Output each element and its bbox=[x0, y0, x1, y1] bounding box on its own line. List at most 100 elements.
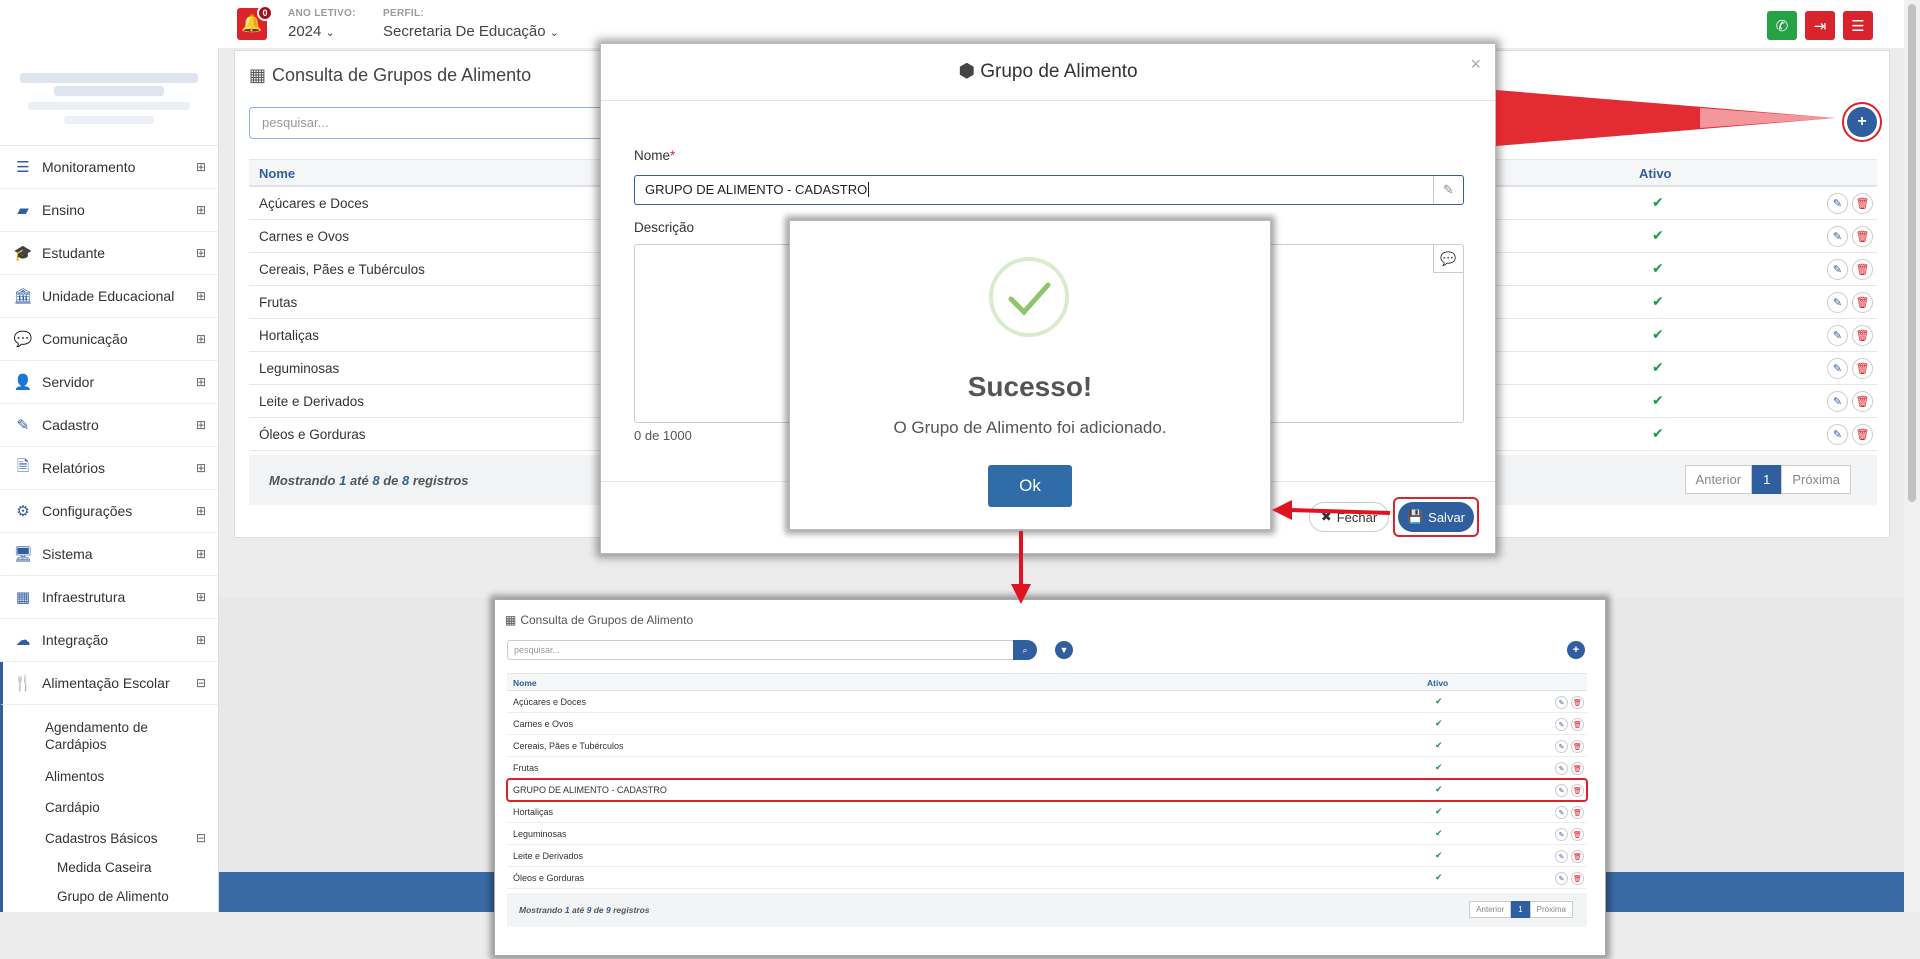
gear-icon: ⚙ bbox=[16, 503, 30, 520]
edit-row-button[interactable]: ✎ bbox=[1555, 762, 1568, 775]
sidebar-item-integracao[interactable]: ☁ Integração ⊞ bbox=[0, 619, 218, 662]
expand-icon[interactable]: ⊞ bbox=[196, 633, 206, 647]
edit-row-button[interactable]: ✎ bbox=[1555, 784, 1568, 797]
sidebar-item-cadastro[interactable]: ✎ Cadastro ⊞ bbox=[0, 404, 218, 447]
delete-row-button[interactable]: 🗑 bbox=[1852, 391, 1873, 412]
delete-row-button[interactable]: 🗑 bbox=[1571, 762, 1584, 775]
delete-row-button[interactable]: 🗑 bbox=[1852, 325, 1873, 346]
col-ativo[interactable]: Ativo bbox=[1639, 166, 1672, 181]
edit-row-button[interactable]: ✎ bbox=[1827, 193, 1848, 214]
sidebar-item-sistema[interactable]: 🖥 Sistema ⊞ bbox=[0, 533, 218, 576]
edit-row-button[interactable]: ✎ bbox=[1827, 325, 1848, 346]
col-nome[interactable]: Nome bbox=[259, 166, 295, 181]
delete-row-button[interactable]: 🗑 bbox=[1571, 850, 1584, 863]
inset-col-nome[interactable]: Nome bbox=[513, 678, 537, 688]
close-icon[interactable]: × bbox=[1470, 54, 1481, 75]
logout-button[interactable]: ⇥ bbox=[1805, 11, 1835, 40]
whatsapp-button[interactable]: ✆ bbox=[1767, 11, 1797, 40]
expand-icon[interactable]: ⊞ bbox=[196, 547, 206, 561]
edit-row-button[interactable]: ✎ bbox=[1827, 259, 1848, 280]
expand-icon[interactable]: ⊞ bbox=[196, 203, 206, 217]
sidebar-item-monitoramento[interactable]: ☰ Monitoramento ⊞ bbox=[0, 146, 218, 189]
sidebar-item-ensino[interactable]: ▰ Ensino ⊞ bbox=[0, 189, 218, 232]
edit-row-button[interactable]: ✎ bbox=[1827, 358, 1848, 379]
expand-icon[interactable]: ⊞ bbox=[196, 461, 206, 475]
sidebar-item-estudante[interactable]: 🎓 Estudante ⊞ bbox=[0, 232, 218, 275]
notifications-button[interactable]: 🔔 0 bbox=[237, 5, 273, 40]
edit-row-button[interactable]: ✎ bbox=[1555, 718, 1568, 731]
inset-search-button[interactable]: ⌕ bbox=[1013, 640, 1037, 660]
expand-icon[interactable]: ⊞ bbox=[196, 504, 206, 518]
expand-icon[interactable]: ⊞ bbox=[196, 289, 206, 303]
check-icon: ✔ bbox=[1435, 806, 1443, 816]
sidebar-item-infraestrutura[interactable]: ▦ Infraestrutura ⊞ bbox=[0, 576, 218, 619]
sidebar-subitem-cadastros-basicos[interactable]: Cadastros Básicos ⊟ bbox=[45, 825, 218, 852]
nome-input[interactable]: GRUPO DE ALIMENTO - CADASTRO ✎ bbox=[634, 175, 1464, 205]
expand-icon[interactable]: ⊞ bbox=[196, 375, 206, 389]
sidebar-item-comunicacao[interactable]: 💬 Comunicação ⊞ bbox=[0, 318, 218, 361]
inset-add-button[interactable]: + bbox=[1567, 641, 1585, 659]
delete-row-button[interactable]: 🗑 bbox=[1571, 696, 1584, 709]
sidebar-subitem-alimentos[interactable]: Alimentos bbox=[45, 763, 218, 790]
delete-row-button[interactable]: 🗑 bbox=[1571, 806, 1584, 819]
inset-page-1-button[interactable]: 1 bbox=[1511, 901, 1530, 918]
delete-row-button[interactable]: 🗑 bbox=[1852, 193, 1873, 214]
edit-row-button[interactable]: ✎ bbox=[1555, 828, 1568, 841]
perfil-selector[interactable]: PERFIL: Secretaria De Educação ⌄ bbox=[383, 8, 559, 40]
collapse-icon[interactable]: ⊟ bbox=[196, 676, 206, 690]
sidebar-subitem-cardapio[interactable]: Cardápio bbox=[45, 794, 218, 821]
expand-icon[interactable]: ⊞ bbox=[196, 590, 206, 604]
inset-filter-button[interactable]: ▼ bbox=[1055, 641, 1073, 659]
page-scrollbar[interactable] bbox=[1904, 0, 1920, 912]
edit-row-button[interactable]: ✎ bbox=[1555, 696, 1568, 709]
expand-icon[interactable]: ⊞ bbox=[196, 418, 206, 432]
edit-row-button[interactable]: ✎ bbox=[1555, 850, 1568, 863]
edit-row-button[interactable]: ✎ bbox=[1555, 872, 1568, 885]
collapse-icon[interactable]: ⊟ bbox=[196, 831, 206, 845]
delete-row-button[interactable]: 🗑 bbox=[1571, 828, 1584, 841]
inset-next-page-button[interactable]: Próxima bbox=[1529, 901, 1573, 918]
sidebar-item-unidade-educacional[interactable]: 🏛 Unidade Educacional ⊞ bbox=[0, 275, 218, 318]
ano-letivo-selector[interactable]: ANO LETIVO: 2024 ⌄ bbox=[288, 8, 356, 40]
edit-row-button[interactable]: ✎ bbox=[1827, 391, 1848, 412]
edit-row-button[interactable]: ✎ bbox=[1827, 226, 1848, 247]
delete-row-button[interactable]: 🗑 bbox=[1852, 424, 1873, 445]
prev-page-button[interactable]: Anterior bbox=[1684, 465, 1753, 494]
edit-row-button[interactable]: ✎ bbox=[1555, 740, 1568, 753]
delete-row-button[interactable]: 🗑 bbox=[1571, 872, 1584, 885]
success-heading: Sucesso! bbox=[967, 371, 1093, 402]
next-page-button[interactable]: Próxima bbox=[1781, 465, 1851, 494]
inset-col-ativo[interactable]: Ativo bbox=[1427, 678, 1448, 688]
delete-row-button[interactable]: 🗑 bbox=[1852, 358, 1873, 379]
edit-row-button[interactable]: ✎ bbox=[1827, 292, 1848, 313]
inset-prev-page-button[interactable]: Anterior bbox=[1469, 901, 1512, 918]
delete-row-button[interactable]: 🗑 bbox=[1571, 718, 1584, 731]
sidebar-item-servidor[interactable]: 👤 Servidor ⊞ bbox=[0, 361, 218, 404]
expand-icon[interactable]: ⊞ bbox=[196, 246, 206, 260]
table-row: Cereais, Pães e Tubérculos ✔ ✎ 🗑 bbox=[507, 735, 1587, 757]
delete-row-button[interactable]: 🗑 bbox=[1571, 740, 1584, 753]
sidebar-item-relatorios[interactable]: 🗎 Relatórios ⊞ bbox=[0, 447, 218, 490]
expand-icon[interactable]: ⊞ bbox=[196, 160, 206, 174]
fechar-button[interactable]: ✖ Fechar bbox=[1309, 502, 1389, 532]
sidebar-item-configuracoes[interactable]: ⚙ Configurações ⊞ bbox=[0, 490, 218, 533]
sidebar-subitem-agendamento[interactable]: Agendamento de Cardápios bbox=[45, 713, 165, 759]
page-1-button[interactable]: 1 bbox=[1752, 465, 1782, 494]
edit-icon: ✎ bbox=[1558, 831, 1565, 839]
delete-row-button[interactable]: 🗑 bbox=[1852, 259, 1873, 280]
delete-row-button[interactable]: 🗑 bbox=[1852, 292, 1873, 313]
expand-icon[interactable]: ⊞ bbox=[196, 332, 206, 346]
salvar-button[interactable]: 💾 Salvar bbox=[1398, 502, 1474, 532]
sidebar-item-alimentacao-escolar[interactable]: 🍴 Alimentação Escolar ⊟ bbox=[0, 662, 218, 705]
menu-button[interactable]: ☰ bbox=[1843, 11, 1873, 40]
edit-row-button[interactable]: ✎ bbox=[1827, 424, 1848, 445]
add-button[interactable]: + bbox=[1847, 107, 1877, 137]
inset-search-input[interactable]: pesquisar... bbox=[507, 640, 1027, 660]
sidebar-subitem-medida-caseira[interactable]: Medida Caseira bbox=[57, 852, 218, 881]
edit-row-button[interactable]: ✎ bbox=[1555, 806, 1568, 819]
scrollbar-thumb[interactable] bbox=[1908, 4, 1916, 502]
sidebar-subitem-grupo-de-alimento[interactable]: Grupo de Alimento bbox=[57, 881, 218, 910]
ok-button[interactable]: Ok bbox=[988, 465, 1072, 507]
delete-row-button[interactable]: 🗑 bbox=[1571, 784, 1584, 797]
delete-row-button[interactable]: 🗑 bbox=[1852, 226, 1873, 247]
